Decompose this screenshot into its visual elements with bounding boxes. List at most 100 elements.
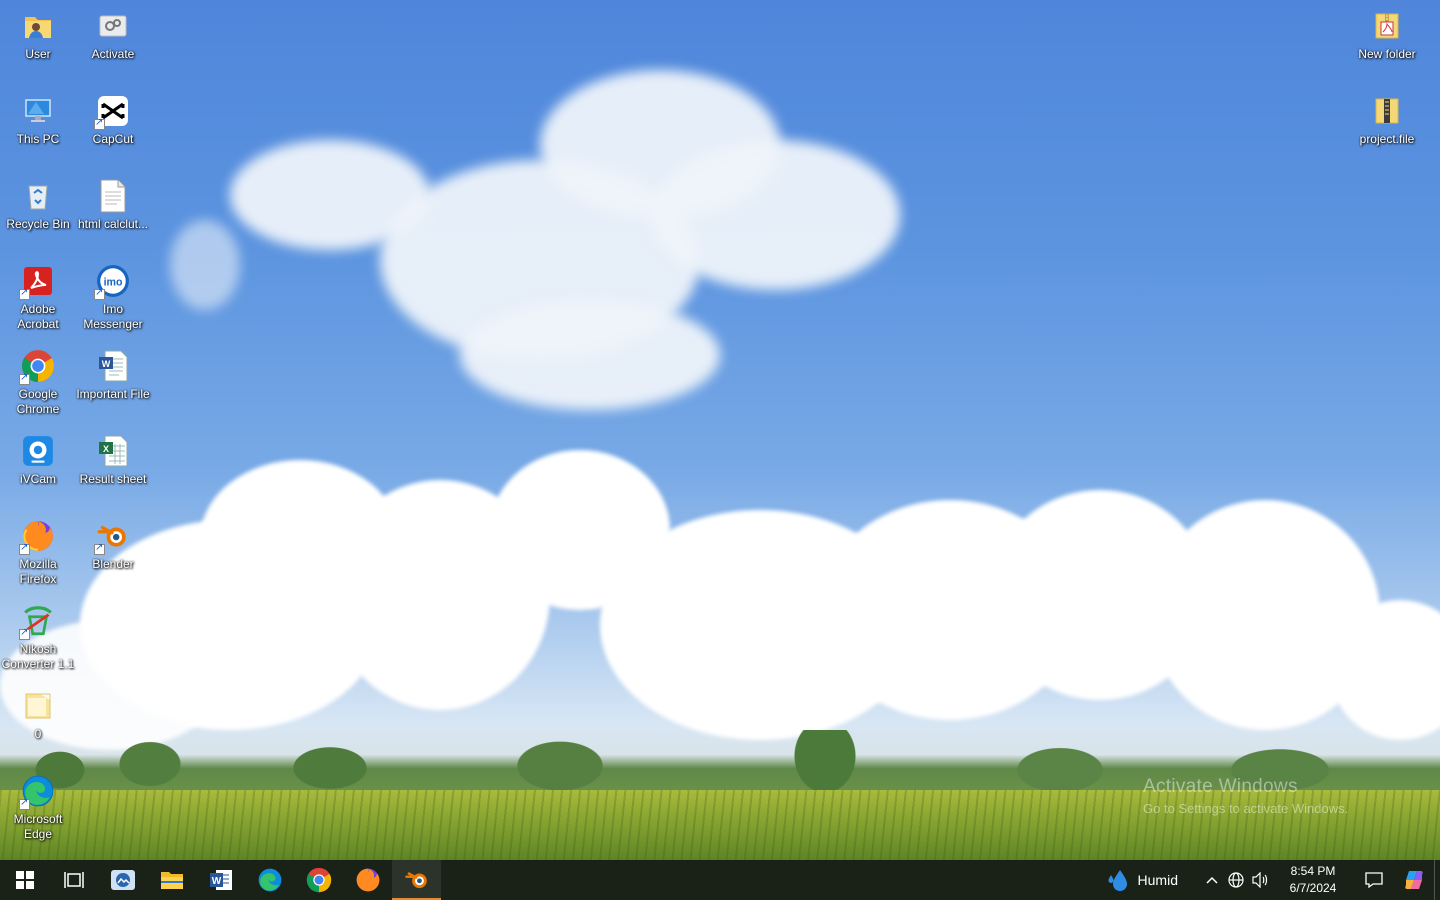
nikosh-icon: [19, 603, 56, 640]
zip-folder-icon: [1369, 8, 1405, 44]
folder-icon: [20, 688, 56, 724]
icon-label: Blender: [92, 557, 134, 571]
svg-text:X: X: [103, 444, 109, 454]
weather-label: Humid: [1137, 872, 1178, 888]
show-hidden-icons-button[interactable]: [1200, 876, 1224, 884]
chevron-up-icon: [1206, 876, 1218, 884]
firefox-icon: [356, 868, 379, 892]
svg-text:W: W: [211, 876, 221, 887]
show-desktop-button[interactable]: [1434, 860, 1440, 900]
taskbar-edge[interactable]: [245, 860, 294, 900]
desktop-icon-project-file[interactable]: project.file: [1349, 93, 1425, 147]
blender-icon: [404, 872, 427, 889]
start-icon: [15, 871, 34, 889]
icon-label: iVCam: [19, 472, 56, 486]
icon-label: CapCut: [92, 132, 134, 146]
shortcut-arrow-icon: [19, 287, 30, 300]
shortcut-arrow-icon: [19, 797, 30, 810]
notifications-button[interactable]: [1354, 871, 1394, 889]
desktop-icon-nikosh-converter[interactable]: Nikosh Converter 1.1: [0, 603, 76, 672]
activate-icon: [95, 8, 131, 44]
blender-icon: [94, 518, 131, 555]
shortcut-arrow-icon: [94, 287, 105, 300]
icon-label: Microsoft Edge: [13, 812, 63, 841]
watermark-title: Activate Windows: [1143, 776, 1298, 797]
volume-button[interactable]: [1248, 872, 1272, 888]
start-button[interactable]: [0, 860, 49, 900]
shortcut-arrow-icon: [94, 542, 105, 555]
desktop-icon-activate[interactable]: Activate: [75, 8, 151, 62]
shortcut-arrow-icon: [19, 627, 30, 640]
watermark-subtitle: Go to Settings to activate Windows.: [1143, 801, 1349, 816]
word-doc-icon: W: [95, 348, 131, 384]
system-tray: Humid 8:54 PM 6/7/2024: [1106, 860, 1440, 900]
desktop-icon-google-chrome[interactable]: Google Chrome: [0, 348, 76, 417]
wallpaper-cloud: [650, 140, 900, 290]
zip-folder-icon: [1369, 93, 1405, 129]
taskbar-firefox[interactable]: [343, 860, 392, 900]
wallpaper-cloud: [170, 220, 240, 310]
weather-widget[interactable]: Humid: [1106, 868, 1178, 892]
firefox-icon: [19, 518, 56, 555]
this-pc-icon: [20, 93, 56, 129]
activation-watermark: Activate Windows Go to Settings to activ…: [1143, 776, 1348, 816]
desktop-icon-this-pc[interactable]: This PC: [0, 93, 76, 147]
shortcut-arrow-icon: [94, 117, 105, 130]
network-button[interactable]: [1224, 872, 1248, 888]
ivcam-icon: [20, 433, 56, 469]
desktop-icon-recycle-bin[interactable]: Recycle Bin: [0, 178, 76, 232]
taskbar-word[interactable]: W: [196, 860, 245, 900]
notification-icon: [1365, 872, 1383, 889]
clock[interactable]: 8:54 PM 6/7/2024: [1278, 863, 1348, 897]
icon-label: Adobe Acrobat: [17, 302, 59, 331]
chrome-icon: [19, 348, 56, 385]
taskbar-file-explorer[interactable]: [147, 860, 196, 900]
desktop-icon-result-sheet[interactable]: X Result sheet: [75, 433, 151, 487]
taskbar-photos-app[interactable]: [98, 860, 147, 900]
shortcut-arrow-icon: [19, 542, 30, 555]
copilot-button[interactable]: [1394, 869, 1434, 891]
word-icon: W: [209, 870, 232, 890]
clock-date: 6/7/2024: [1289, 881, 1337, 895]
file-explorer-icon: [160, 872, 183, 889]
icon-label: html calclut...: [77, 217, 149, 231]
taskbar: W Humid 8:54 PM 6/7/2024: [0, 860, 1440, 900]
taskbar-blender[interactable]: [392, 860, 441, 900]
capcut-icon: [94, 93, 131, 130]
desktop-icon-capcut[interactable]: CapCut: [75, 93, 151, 147]
icon-label: project.file: [1359, 132, 1415, 146]
chrome-icon: [306, 867, 331, 893]
imo-icon: imo: [94, 263, 131, 300]
icon-label: Nikosh Converter 1.1: [1, 642, 75, 671]
desktop-icon-ivcam[interactable]: iVCam: [0, 433, 76, 487]
task-view-button[interactable]: [49, 860, 98, 900]
recycle-bin-icon: [20, 178, 56, 214]
user-folder-icon: [20, 8, 56, 44]
desktop-icon-mozilla-firefox[interactable]: Mozilla Firefox: [0, 518, 76, 587]
photos-app-icon: [110, 870, 135, 890]
shortcut-arrow-icon: [19, 372, 30, 385]
desktop-icon-microsoft-edge[interactable]: Microsoft Edge: [0, 773, 76, 842]
raindrop-icon: [1108, 870, 1127, 891]
desktop-icon-adobe-acrobat[interactable]: Adobe Acrobat: [0, 263, 76, 332]
excel-sheet-icon: X: [95, 433, 131, 469]
icon-label: Result sheet: [79, 472, 147, 486]
task-view-icon: [63, 872, 84, 888]
desktop-icon-html-calculator[interactable]: html calclut...: [75, 178, 151, 232]
icon-label: Important File: [76, 387, 150, 401]
taskbar-chrome[interactable]: [294, 860, 343, 900]
wallpaper-cloud: [460, 300, 720, 410]
desktop-icon-folder-0[interactable]: 0: [0, 688, 76, 742]
icon-label: User: [25, 47, 51, 61]
icon-label: Activate: [91, 47, 135, 61]
desktop-icon-user[interactable]: User: [0, 8, 76, 62]
desktop-icon-important-file[interactable]: W Important File: [75, 348, 151, 402]
desktop-icon-new-folder[interactable]: New folder: [1349, 8, 1425, 62]
copilot-icon: [1405, 871, 1423, 889]
icon-label: Google Chrome: [16, 387, 60, 416]
icon-label: Imo Messenger: [83, 302, 143, 331]
svg-text:W: W: [102, 359, 111, 369]
desktop-icon-blender[interactable]: Blender: [75, 518, 151, 572]
icon-label: Recycle Bin: [6, 217, 70, 231]
desktop-icon-imo-messenger[interactable]: imo Imo Messenger: [75, 263, 151, 332]
